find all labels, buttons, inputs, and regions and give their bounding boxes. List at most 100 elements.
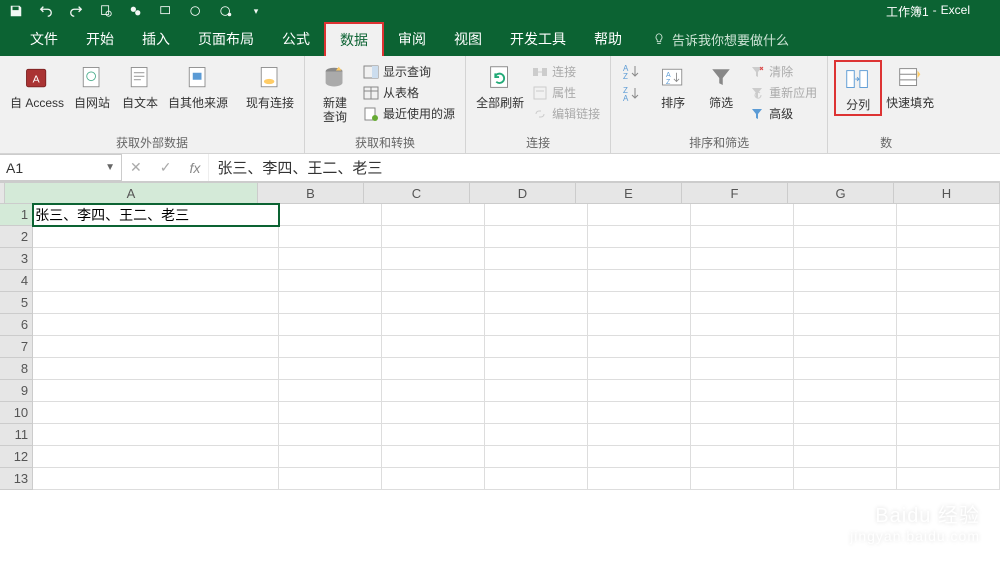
- column-header[interactable]: F: [682, 182, 788, 203]
- cell[interactable]: [794, 380, 897, 402]
- cell[interactable]: [691, 292, 794, 314]
- tab-file[interactable]: 文件: [16, 22, 72, 56]
- cell[interactable]: [382, 204, 485, 226]
- cell[interactable]: [485, 358, 588, 380]
- cell[interactable]: [33, 380, 279, 402]
- cell[interactable]: [897, 248, 1000, 270]
- cell[interactable]: [588, 402, 691, 424]
- sort-desc-button[interactable]: ZA: [617, 84, 645, 104]
- cell[interactable]: [279, 248, 382, 270]
- tab-home[interactable]: 开始: [72, 22, 128, 56]
- cell[interactable]: [588, 424, 691, 446]
- show-queries-button[interactable]: 显示查询: [359, 62, 459, 81]
- cell[interactable]: [691, 336, 794, 358]
- cell[interactable]: [33, 292, 279, 314]
- cell[interactable]: [588, 248, 691, 270]
- row-header[interactable]: 5: [0, 292, 33, 314]
- cell[interactable]: [794, 292, 897, 314]
- cell[interactable]: [794, 358, 897, 380]
- tab-developer[interactable]: 开发工具: [496, 22, 580, 56]
- cell[interactable]: [588, 204, 691, 226]
- cell[interactable]: [588, 226, 691, 248]
- cell[interactable]: [485, 336, 588, 358]
- cell[interactable]: [279, 292, 382, 314]
- cell[interactable]: [897, 446, 1000, 468]
- cell[interactable]: [588, 358, 691, 380]
- cell[interactable]: [794, 248, 897, 270]
- cell[interactable]: [279, 402, 382, 424]
- print-preview-icon[interactable]: [98, 3, 114, 19]
- cell[interactable]: [485, 424, 588, 446]
- cell[interactable]: [382, 292, 485, 314]
- text-to-columns-button[interactable]: 分列: [834, 60, 882, 116]
- cell[interactable]: [33, 248, 279, 270]
- cell[interactable]: [897, 380, 1000, 402]
- row-header[interactable]: 9: [0, 380, 33, 402]
- tab-review[interactable]: 审阅: [384, 22, 440, 56]
- cell[interactable]: [279, 468, 382, 490]
- tell-me[interactable]: 告诉我你想要做什么: [652, 22, 789, 56]
- column-header[interactable]: B: [258, 182, 364, 203]
- cell[interactable]: [382, 314, 485, 336]
- cell[interactable]: [794, 336, 897, 358]
- cell[interactable]: [691, 402, 794, 424]
- save-icon[interactable]: [8, 3, 24, 19]
- row-header[interactable]: 8: [0, 358, 33, 380]
- cell[interactable]: [691, 446, 794, 468]
- cell[interactable]: [279, 314, 382, 336]
- cell[interactable]: [485, 468, 588, 490]
- cell[interactable]: [382, 226, 485, 248]
- row-header[interactable]: 1: [0, 204, 33, 226]
- row-header[interactable]: 2: [0, 226, 33, 248]
- from-other-button[interactable]: 自其他来源: [164, 60, 232, 112]
- row-header[interactable]: 6: [0, 314, 33, 336]
- cell[interactable]: [588, 314, 691, 336]
- cell[interactable]: [279, 446, 382, 468]
- cell[interactable]: [897, 336, 1000, 358]
- cell[interactable]: [691, 270, 794, 292]
- cell[interactable]: [588, 336, 691, 358]
- cell[interactable]: [691, 424, 794, 446]
- cell[interactable]: [897, 424, 1000, 446]
- cell[interactable]: [897, 468, 1000, 490]
- row-header[interactable]: 7: [0, 336, 33, 358]
- cell[interactable]: [33, 424, 279, 446]
- row-header[interactable]: 12: [0, 446, 33, 468]
- cell[interactable]: [279, 380, 382, 402]
- connections-button[interactable]: 连接: [528, 62, 604, 81]
- tab-help[interactable]: 帮助: [580, 22, 636, 56]
- cell[interactable]: [33, 402, 279, 424]
- cell[interactable]: [33, 336, 279, 358]
- existing-connections-button[interactable]: 现有连接: [242, 60, 298, 112]
- row-header[interactable]: 3: [0, 248, 33, 270]
- cell[interactable]: [691, 204, 794, 226]
- cell[interactable]: [33, 226, 279, 248]
- row-header[interactable]: 11: [0, 424, 33, 446]
- cell[interactable]: [382, 270, 485, 292]
- row-header[interactable]: 13: [0, 468, 33, 490]
- cell[interactable]: [794, 424, 897, 446]
- cell[interactable]: [691, 468, 794, 490]
- redo-icon[interactable]: [68, 3, 84, 19]
- cell[interactable]: [279, 336, 382, 358]
- tab-formulas[interactable]: 公式: [268, 22, 324, 56]
- cell[interactable]: [588, 468, 691, 490]
- custom-icon-3[interactable]: [188, 3, 204, 19]
- cell[interactable]: [382, 248, 485, 270]
- cell[interactable]: [33, 358, 279, 380]
- cell[interactable]: [279, 270, 382, 292]
- advanced-button[interactable]: 高级: [745, 104, 821, 123]
- cell[interactable]: [794, 446, 897, 468]
- cell[interactable]: [382, 424, 485, 446]
- row-header[interactable]: 10: [0, 402, 33, 424]
- flash-fill-button[interactable]: 快速填充: [882, 60, 938, 112]
- refresh-all-button[interactable]: 全部刷新: [472, 60, 528, 112]
- cell[interactable]: [897, 358, 1000, 380]
- cell[interactable]: [279, 358, 382, 380]
- formula-input[interactable]: 张三、李四、王二、老三: [208, 154, 1000, 181]
- column-header[interactable]: A: [5, 182, 258, 203]
- cell[interactable]: [897, 226, 1000, 248]
- cell[interactable]: [588, 446, 691, 468]
- custom-icon-4[interactable]: [218, 3, 234, 19]
- cell[interactable]: [794, 226, 897, 248]
